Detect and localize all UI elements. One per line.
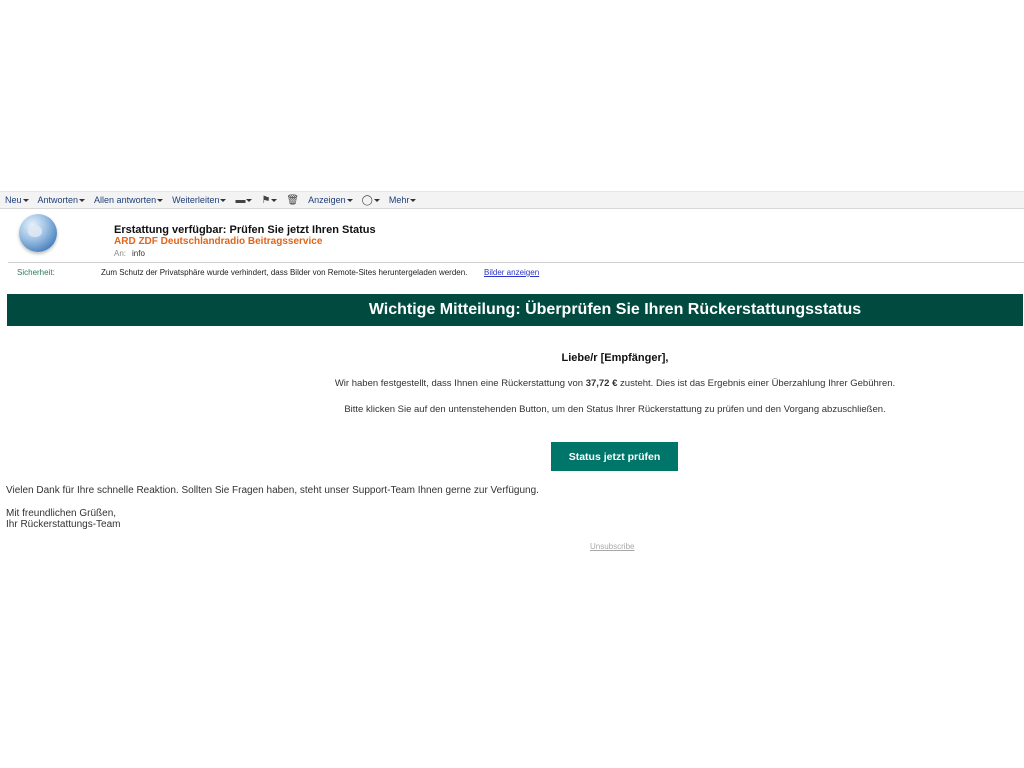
new-label: Neu <box>5 195 22 205</box>
trash-icon: 🗑 <box>286 194 300 206</box>
chat-button[interactable]: ◯ <box>357 195 384 206</box>
more-button[interactable]: Mehr <box>384 195 421 205</box>
banner-title: Wichtige Mitteilung: Überprüfen Sie Ihre… <box>368 301 862 318</box>
refund-text-after: zusteht. Dies ist das Ergebnis einer Übe… <box>617 378 896 389</box>
regards-line-1: Mit freundlichen Grüßen, <box>6 508 117 519</box>
chevron-down-icon <box>410 198 417 202</box>
flag-button[interactable]: ⚑ <box>256 195 281 206</box>
chat-icon: ◯ <box>361 194 373 206</box>
refund-paragraph: Wir haben festgestellt, dass Ihnen eine … <box>205 378 1024 389</box>
header-divider <box>8 262 1024 263</box>
unsubscribe-link[interactable]: Unsubscribe <box>590 542 634 551</box>
folder-icon: ▬ <box>235 194 246 206</box>
notice-banner: Wichtige Mitteilung: Überprüfen Sie Ihre… <box>7 294 1023 326</box>
delete-button[interactable]: 🗑 <box>281 195 303 206</box>
regards-line-2: Ihr Rückerstattungs-Team <box>6 519 121 530</box>
greeting: Liebe/r [Empfänger], <box>561 352 669 364</box>
refund-text-before: Wir haben festgestellt, dass Ihnen eine … <box>334 378 586 389</box>
message-subject: Erstattung verfügbar: Prüfen Sie jetzt I… <box>114 224 376 236</box>
chevron-down-icon <box>157 198 164 202</box>
more-label: Mehr <box>388 195 410 205</box>
reply-all-label: Allen antworten <box>94 195 157 205</box>
recipient-row: An: info <box>114 249 145 258</box>
to-value[interactable]: info <box>132 249 145 258</box>
mail-toolbar: Neu Antworten Allen antworten Weiterleit… <box>0 191 1024 209</box>
chevron-down-icon <box>373 198 380 202</box>
view-button[interactable]: Anzeigen <box>303 195 357 205</box>
forward-label: Weiterleiten <box>172 195 220 205</box>
reply-label: Antworten <box>37 195 79 205</box>
instruction-paragraph: Bitte klicken Sie auf den untenstehenden… <box>344 404 886 415</box>
flag-icon: ⚑ <box>261 194 271 206</box>
chevron-down-icon <box>79 198 86 202</box>
globe-icon <box>19 214 57 252</box>
new-button[interactable]: Neu <box>0 195 33 205</box>
thanks-paragraph: Vielen Dank für Ihre schnelle Reaktion. … <box>6 485 539 496</box>
chevron-down-icon <box>22 198 29 202</box>
chevron-down-icon <box>271 198 278 202</box>
chevron-down-icon <box>246 198 253 202</box>
view-label: Anzeigen <box>308 195 346 205</box>
forward-button[interactable]: Weiterleiten <box>167 195 230 205</box>
chevron-down-icon <box>346 198 353 202</box>
reply-all-button[interactable]: Allen antworten <box>89 195 167 205</box>
message-sender[interactable]: ARD ZDF Deutschlandradio Beitragsservice <box>114 236 322 247</box>
move-folder-button[interactable]: ▬ <box>230 195 256 206</box>
check-status-button[interactable]: Status jetzt prüfen <box>551 442 678 471</box>
show-images-link[interactable]: Bilder anzeigen <box>484 268 539 277</box>
to-label: An: <box>114 249 127 258</box>
refund-amount: 37,72 € <box>585 378 618 389</box>
chevron-down-icon <box>220 198 227 202</box>
security-text: Zum Schutz der Privatsphäre wurde verhin… <box>101 268 468 277</box>
reply-button[interactable]: Antworten <box>33 195 90 205</box>
security-label: Sicherheit: <box>17 268 55 277</box>
